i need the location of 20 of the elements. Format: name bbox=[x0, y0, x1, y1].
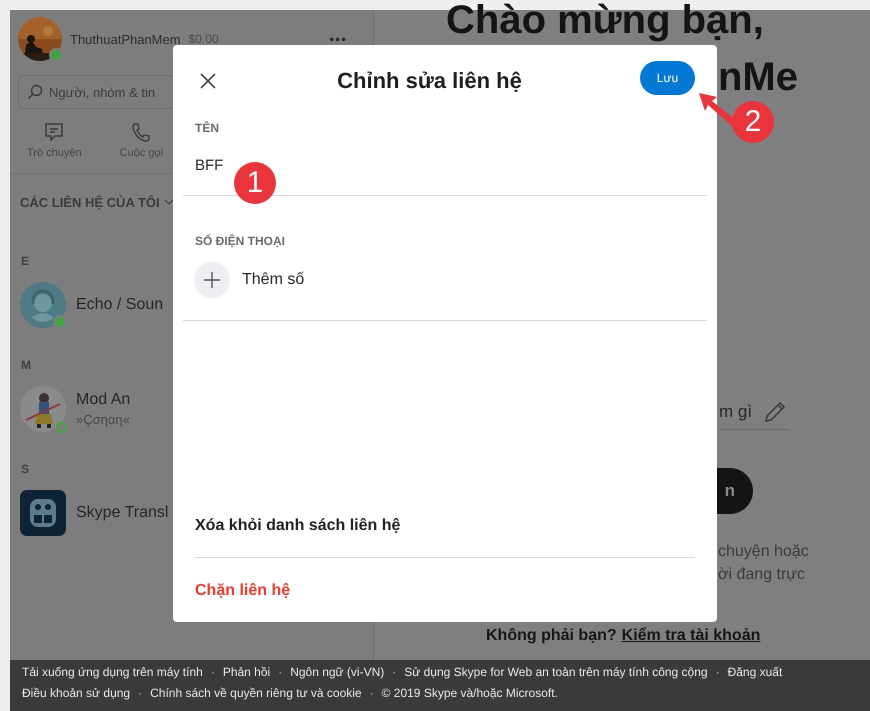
contacts-header: CÁC LIÊN HỆ CỦA TÔI bbox=[20, 194, 160, 210]
profile-name: ThuthuatPhanMem bbox=[70, 32, 181, 46]
group-letter: M bbox=[21, 358, 31, 372]
separator-dot: · bbox=[392, 665, 396, 679]
info-text: chuyện hoặc bbox=[718, 543, 809, 560]
dialog-title: Chỉnh sửa liên hệ bbox=[337, 68, 522, 93]
info-text: ời đang trực bbox=[718, 566, 806, 583]
welcome-heading: nMe bbox=[718, 55, 798, 99]
account-prompt: Không phải bạn? bbox=[486, 627, 617, 645]
group-letter: S bbox=[21, 462, 30, 476]
group-letter: E bbox=[21, 254, 30, 268]
separator-dot: · bbox=[278, 665, 282, 679]
welcome-heading: Chào mừng bạn, bbox=[446, 0, 764, 42]
separator-dot: · bbox=[370, 686, 374, 700]
contact-status: »Çσηαη« bbox=[76, 412, 130, 427]
field-label: SỐ ĐIỆN THOẠI bbox=[194, 234, 286, 248]
separator-dot: · bbox=[210, 665, 215, 679]
separator-dot: · bbox=[138, 686, 142, 700]
field-label: TÊN bbox=[194, 121, 220, 135]
separator-dot: · bbox=[716, 665, 720, 679]
